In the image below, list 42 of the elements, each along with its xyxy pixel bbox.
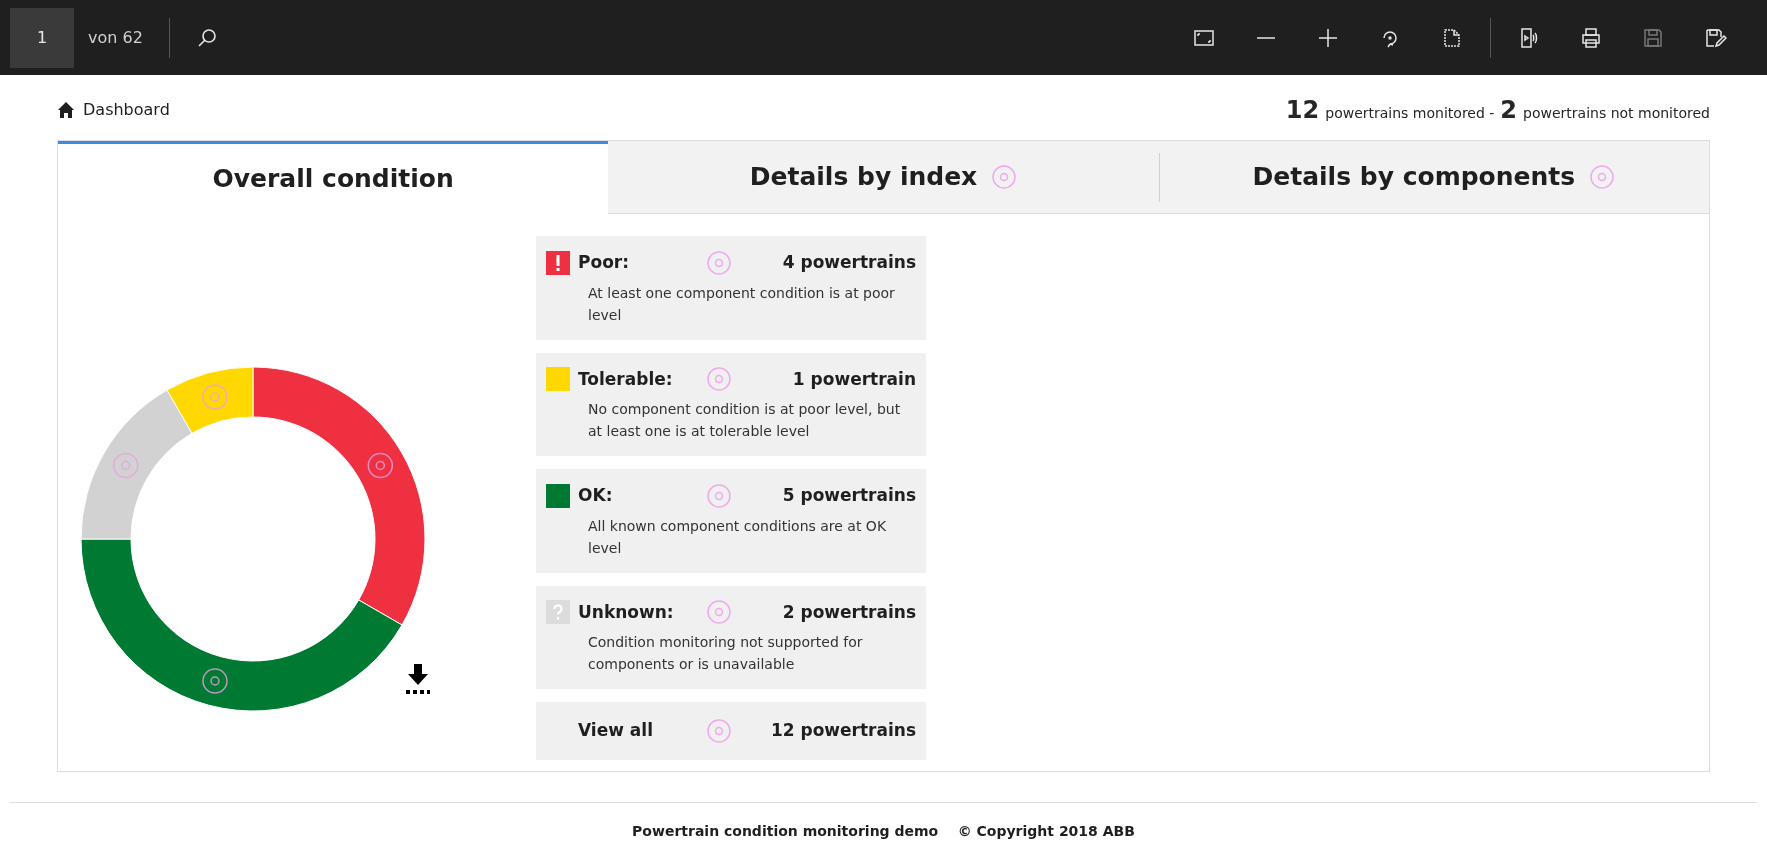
monitored-label: powertrains monitored - [1325,104,1495,123]
condition-label: OK: [578,484,614,507]
powertrain-count: 1 powertrain [792,367,916,391]
powertrain-count: 2 powertrains [782,600,916,624]
condition-card[interactable]: Tolerable: 1 powertrain No component condition is at poor level, but at least one is at tolerable level [536,352,926,456]
target-icon [706,599,732,626]
powertrain-count: 4 powertrains [782,251,916,274]
target-icon [367,452,394,479]
condition-label: View all [578,719,654,742]
condition-label: Tolerable: [578,367,674,391]
dashboard-link[interactable]: Dashboard [57,98,170,122]
condition-card[interactable]: Unknown: 2 powertrains Condition monitoring not supported for components or is unavailable [536,585,926,689]
condition-label: Poor: [578,251,630,274]
condition-description: Condition monitoring not supported for components or is unavailable [588,633,864,674]
target-icon [202,384,228,410]
footer-text: Powertrain condition monitoring demo © Copyright 2018 ABB [632,822,1135,841]
condition-description: No component condition is at poor level, but at least one is at tolerable level [588,400,902,441]
target-icon [706,482,732,509]
condition-description: At least one component condition is at poor level [588,283,896,325]
page-number-field[interactable]: 1 [10,7,74,68]
condition-description: All known component conditions are at OK level [588,516,888,558]
page-count: von 62 [88,26,143,49]
donut-slice[interactable] [80,538,403,712]
condition-card[interactable]: View all 12 powertrains [536,702,926,760]
condition-card[interactable]: Poor: 4 powertrains At least one component condition is at poor level [536,236,926,340]
home-icon [57,101,75,119]
tab[interactable]: Details by index [608,141,1159,214]
powertrain-count: 12 powertrains [770,719,916,742]
not-monitored-label: powertrains not monitored [1523,104,1710,123]
condition-label: Unknown: [578,600,675,624]
target-icon [202,668,228,694]
tab[interactable]: Details by components [1158,141,1709,214]
target-icon [706,717,732,744]
donut-slice[interactable] [252,366,426,626]
target-icon [706,366,732,393]
target-icon [706,249,732,276]
download-icon[interactable] [404,662,432,696]
monitored-count: 12 [1285,95,1320,126]
target-icon [112,452,139,479]
not-monitored-count: 2 [1500,95,1518,126]
condition-card[interactable]: OK: 5 powertrains All known component conditions are at OK level [536,469,926,573]
powertrain-count: 5 powertrains [782,484,916,507]
